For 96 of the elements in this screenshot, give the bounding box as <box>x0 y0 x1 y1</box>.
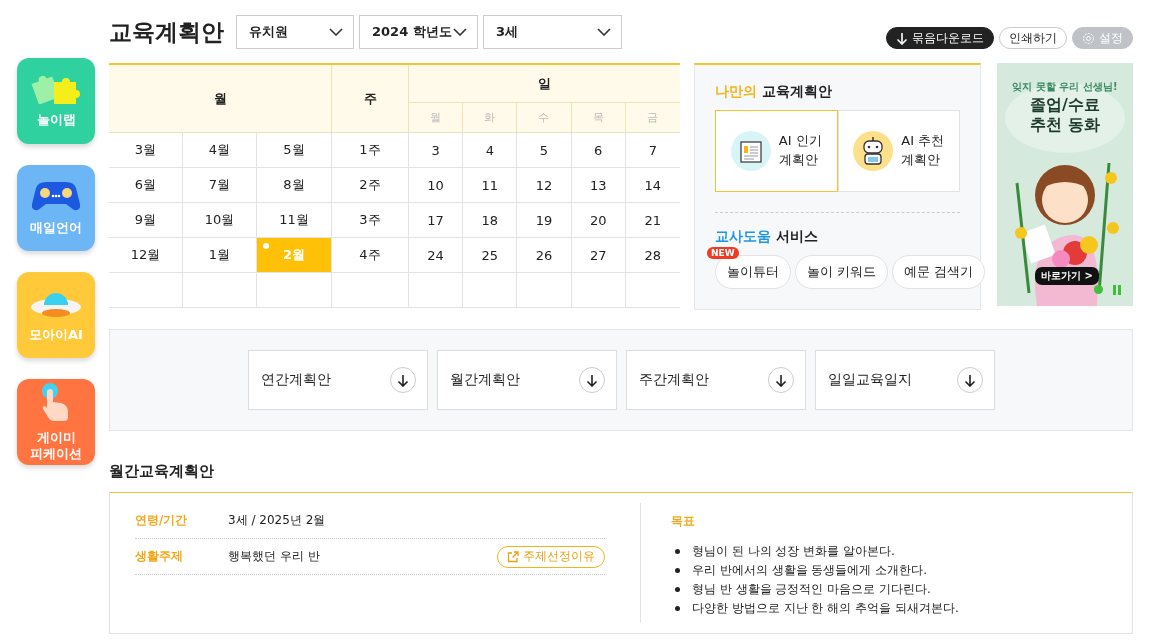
external-link-icon <box>507 550 519 563</box>
dropdown[interactable]: 2024 학년도 <box>359 15 478 49</box>
download-button[interactable]: 묶음다운로드 <box>886 27 994 49</box>
month-cell[interactable]: 5월 <box>257 133 332 168</box>
banner-title: 졸업/수료 추천 동화 <box>1029 95 1101 135</box>
download-plan-button[interactable]: 연간계획안 <box>247 350 428 410</box>
goal-text: 다양한 방법으로 지난 한 해의 추억을 되새겨본다. <box>692 600 959 617</box>
month-cell[interactable]: 10월 <box>183 203 257 238</box>
day-cell[interactable]: 3 <box>409 133 464 168</box>
plan-card[interactable]: AI 인기 계획안 <box>715 110 838 192</box>
day-cell[interactable]: 17 <box>409 203 464 238</box>
arrow-down-icon <box>896 31 908 45</box>
weekday-header: 수 <box>517 103 572 133</box>
month-cell[interactable]: 12월 <box>109 238 183 273</box>
document-icon <box>730 131 771 171</box>
bullet-icon <box>675 549 680 554</box>
column-header: 주 <box>332 65 409 133</box>
weekday-header: 금 <box>625 103 680 133</box>
settings-icon <box>1082 31 1095 45</box>
month-cell[interactable]: 7월 <box>183 168 257 203</box>
download-plan-button[interactable]: 주간계획안 <box>625 350 806 410</box>
download-plan-button[interactable]: 일일교육일지 <box>814 350 995 410</box>
banner-tagline: 잊지 못할 우리 선생님! <box>1011 80 1119 94</box>
day-cell[interactable]: 11 <box>463 168 518 203</box>
arrow-down-icon <box>963 373 976 387</box>
field-label: 연령/기간 <box>135 512 189 529</box>
empty-cell <box>463 273 518 308</box>
day-cell[interactable]: 18 <box>463 203 518 238</box>
day-cell[interactable]: 12 <box>517 168 572 203</box>
dropdown[interactable]: 3세 <box>483 15 622 49</box>
pause-icon[interactable] <box>1113 285 1121 295</box>
page-title: 교육계획안 <box>109 17 224 47</box>
section-heading: 나만의 교육계획안 <box>715 83 833 101</box>
chevron-down-icon <box>597 28 611 36</box>
week-cell[interactable]: 4주 <box>332 238 409 273</box>
month-cell[interactable]: 4월 <box>183 133 257 168</box>
field-value: 행복했던 우리 반 <box>228 548 320 565</box>
day-cell[interactable]: 5 <box>517 133 572 168</box>
download-plan-button[interactable]: 월간계획안 <box>436 350 617 410</box>
day-cell[interactable]: 24 <box>409 238 464 273</box>
bullet-icon <box>675 568 680 573</box>
field-label: 생활주제 <box>135 548 184 565</box>
week-cell[interactable]: 2주 <box>332 168 409 203</box>
day-cell[interactable]: 27 <box>571 238 626 273</box>
slide-indicator-icon[interactable] <box>1094 285 1103 294</box>
bullet-icon <box>675 587 680 592</box>
print-button[interactable]: 인쇄하기 <box>999 27 1067 49</box>
plan-card[interactable]: AI 추천 계획안 <box>837 110 960 192</box>
month-cell[interactable]: 9월 <box>109 203 183 238</box>
weekday-header: 화 <box>463 103 518 133</box>
section-title: 월간교육계획안 <box>109 462 215 481</box>
arrow-down-icon <box>774 373 787 387</box>
day-cell[interactable]: 14 <box>625 168 680 203</box>
day-cell[interactable]: 4 <box>463 133 518 168</box>
new-badge: NEW <box>707 247 739 259</box>
empty-cell <box>409 273 464 308</box>
column-header: 월 <box>109 65 332 133</box>
day-cell[interactable]: 21 <box>625 203 680 238</box>
day-cell[interactable]: 6 <box>571 133 626 168</box>
empty-cell <box>517 273 572 308</box>
day-cell[interactable]: 19 <box>517 203 572 238</box>
puzzle-icon <box>30 74 82 105</box>
day-cell[interactable]: 20 <box>571 203 626 238</box>
goals-title: 목표 <box>671 513 696 530</box>
chevron-down-icon <box>329 28 343 36</box>
month-cell[interactable]: 6월 <box>109 168 183 203</box>
day-cell[interactable]: 26 <box>517 238 572 273</box>
weekday-header: 목 <box>571 103 626 133</box>
column-header: 일 <box>409 65 680 103</box>
field-value: 3세 / 2025년 2월 <box>228 512 326 529</box>
day-cell[interactable]: 7 <box>625 133 680 168</box>
banner-link[interactable]: 바로가기 > <box>1035 267 1099 285</box>
month-cell[interactable]: 8월 <box>257 168 332 203</box>
week-cell[interactable]: 3주 <box>332 203 409 238</box>
day-cell[interactable]: 25 <box>463 238 518 273</box>
section-heading: 교사도움 서비스 <box>715 228 819 246</box>
empty-cell <box>571 273 626 308</box>
robot-icon <box>853 131 894 171</box>
goal-text: 형님이 된 나의 성장 변화를 알아본다. <box>692 543 895 560</box>
day-cell[interactable]: 28 <box>625 238 680 273</box>
dropdown[interactable]: 유치원 <box>236 15 354 49</box>
service-chip[interactable]: 예문 검색기 <box>892 255 986 289</box>
arrow-down-icon <box>585 373 598 387</box>
month-cell[interactable]: 3월 <box>109 133 183 168</box>
day-cell[interactable]: 13 <box>571 168 626 203</box>
chevron-down-icon <box>453 28 467 36</box>
weekday-header: 월 <box>409 103 464 133</box>
service-chip[interactable]: 놀이튜터 <box>715 255 791 289</box>
arrow-down-icon <box>396 373 409 387</box>
goal-text: 형님 반 생활을 긍정적인 마음으로 기다린다. <box>692 581 931 598</box>
bullet-icon <box>675 606 680 611</box>
goal-text: 우리 반에서의 생활을 동생들에게 소개한다. <box>692 562 928 579</box>
week-cell[interactable]: 1주 <box>332 133 409 168</box>
service-chip[interactable]: 놀이 키워드 <box>795 255 889 289</box>
gamepad-icon <box>30 180 82 213</box>
day-cell[interactable]: 10 <box>409 168 464 203</box>
